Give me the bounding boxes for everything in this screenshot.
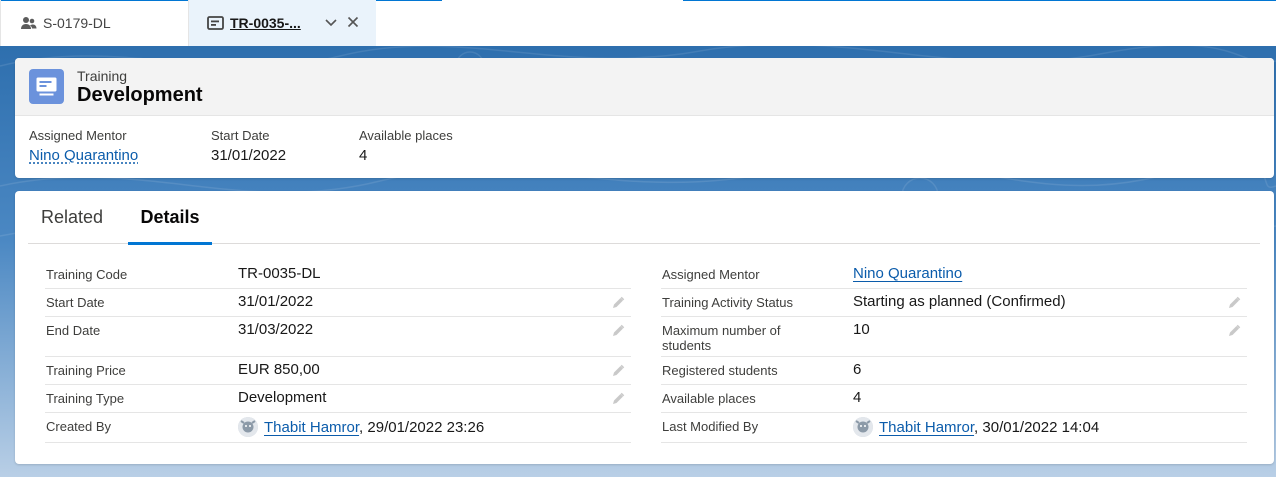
- chevron-down-icon[interactable]: [323, 14, 339, 30]
- field-label: Training Code: [46, 267, 128, 282]
- tab-label: TR-0035-...: [230, 15, 301, 31]
- training-record-icon: [29, 69, 64, 104]
- created-by-user-link[interactable]: Thabit Hamror: [264, 419, 359, 436]
- tab-label: S-0179-DL: [43, 15, 111, 31]
- record-title: Development: [77, 84, 203, 106]
- field-label: Last Modified By: [662, 419, 759, 434]
- field-value: EUR 850,00: [238, 361, 320, 378]
- user-avatar-icon: [853, 417, 873, 437]
- field-training-code: Training Code TR-0035-DL: [45, 261, 631, 289]
- pencil-edit-icon[interactable]: [611, 392, 625, 406]
- workspace-tab-training[interactable]: TR-0035-...: [189, 0, 376, 46]
- highlight-value-start-date: 31/01/2022: [211, 147, 287, 164]
- training-record-icon: [207, 15, 224, 32]
- field-end-date: End Date 31/03/2022: [45, 317, 631, 357]
- field-value: Starting as planned (Confirmed): [853, 293, 1066, 310]
- highlight-label-start-date: Start Date: [211, 128, 270, 143]
- user-avatar-icon: [238, 417, 258, 437]
- pencil-edit-icon[interactable]: [1227, 296, 1241, 310]
- field-label: Training Activity Status: [662, 295, 794, 310]
- field-training-activity-status: Training Activity Status Starting as pla…: [661, 289, 1247, 317]
- field-assigned-mentor: Assigned Mentor Nino Quarantino: [661, 261, 1247, 289]
- workspace-tab-student[interactable]: S-0179-DL: [1, 0, 189, 46]
- field-value: Nino Quarantino: [853, 265, 962, 282]
- field-value: 10: [853, 321, 870, 338]
- record-header-top: [15, 58, 1274, 116]
- pencil-edit-icon[interactable]: [611, 364, 625, 378]
- details-field-grid: Training Code TR-0035-DL Start Date 31/0…: [15, 191, 1274, 464]
- workspace-tab-bar: S-0179-DL TR-0035-...: [0, 0, 1276, 46]
- field-last-modified-by: Last Modified By Thabit Hamror, 30/01/20…: [661, 413, 1247, 443]
- field-label: Available places: [662, 391, 756, 406]
- highlight-value-mentor: Nino Quarantino: [29, 147, 138, 164]
- field-registered-students: Registered students 6: [661, 357, 1247, 385]
- record-header: Training Development Assigned Mentor Nin…: [15, 58, 1274, 178]
- field-label: Maximum number of students: [662, 323, 781, 353]
- field-label: Assigned Mentor: [662, 267, 760, 282]
- field-training-type: Training Type Development: [45, 385, 631, 413]
- pencil-edit-icon[interactable]: [1227, 324, 1241, 338]
- modified-by-user-link[interactable]: Thabit Hamror: [879, 419, 974, 436]
- field-value: 4: [853, 389, 862, 406]
- field-label: Training Type: [46, 391, 125, 406]
- field-start-date: Start Date 31/01/2022: [45, 289, 631, 317]
- field-value: Thabit Hamror, 29/01/2022 23:26: [238, 417, 484, 437]
- user-group-icon: [20, 15, 37, 32]
- highlight-label-mentor: Assigned Mentor: [29, 128, 127, 143]
- field-value: Thabit Hamror, 30/01/2022 14:04: [853, 417, 1099, 437]
- field-value: 31/03/2022: [238, 321, 314, 338]
- details-card: Related Details Training Code TR-0035-DL…: [15, 191, 1274, 464]
- field-label: Training Price: [46, 363, 126, 378]
- mentor-link[interactable]: Nino Quarantino: [853, 265, 962, 282]
- field-label: Created By: [46, 419, 112, 434]
- tab-bar-accent-line: [683, 0, 1276, 1]
- field-value: 31/01/2022: [238, 293, 314, 310]
- created-by-timestamp: , 29/01/2022 23:26: [359, 419, 485, 436]
- field-label: Start Date: [46, 295, 105, 310]
- field-available-places: Available places 4: [661, 385, 1247, 413]
- field-maximum-students: Maximum number of students 10: [661, 317, 1247, 357]
- pencil-edit-icon[interactable]: [611, 296, 625, 310]
- field-value: Development: [238, 389, 327, 406]
- field-label: Registered students: [662, 363, 778, 378]
- field-value: 6: [853, 361, 862, 378]
- mentor-link[interactable]: Nino Quarantino: [29, 147, 138, 164]
- close-icon[interactable]: [345, 14, 361, 30]
- highlight-value-available-places: 4: [359, 147, 368, 164]
- field-value: TR-0035-DL: [238, 265, 321, 282]
- field-created-by: Created By Thabit Hamror, 29/01/2022 23:…: [45, 413, 631, 443]
- field-training-price: Training Price EUR 850,00: [45, 357, 631, 385]
- pencil-edit-icon[interactable]: [611, 324, 625, 338]
- modified-by-timestamp: , 30/01/2022 14:04: [974, 419, 1100, 436]
- field-label: End Date: [46, 323, 101, 338]
- highlight-label-available-places: Available places: [359, 128, 453, 143]
- object-type-label: Training: [77, 68, 128, 84]
